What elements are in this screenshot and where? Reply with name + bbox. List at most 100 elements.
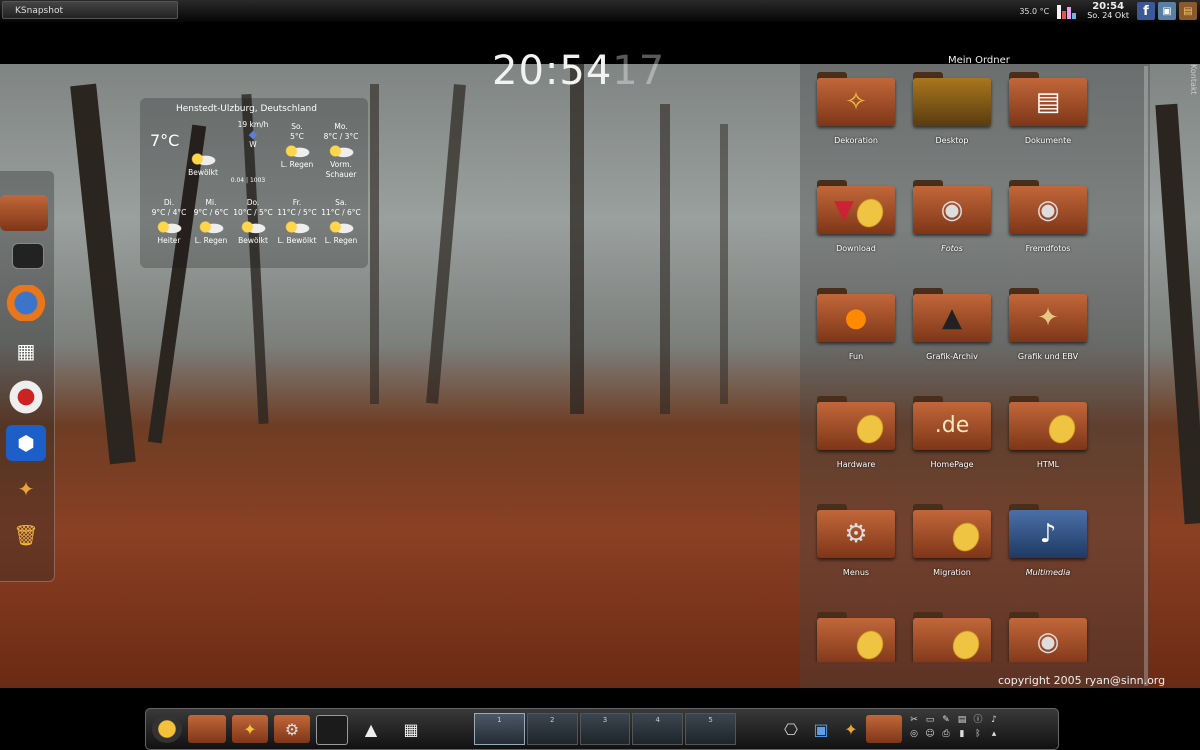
leaf-folder-icon (817, 612, 895, 662)
folder-item[interactable]: Migration (904, 504, 1000, 604)
leaf-folder-icon[interactable]: ✦ (232, 715, 268, 743)
folder-item[interactable]: ▲ Grafik-Archiv (904, 288, 1000, 388)
media-player-icon[interactable] (6, 379, 46, 415)
info-icon[interactable]: ⓘ (972, 714, 984, 726)
top-panel: KSnapshot 35.0 °C 20:54 So. 24 Okt f ▣ ▤ (0, 0, 1200, 23)
expand-arrow-icon[interactable]: ▴ (988, 728, 1000, 740)
sun-cloud-icon (155, 220, 183, 234)
camera-folder-icon: ◉ (1009, 612, 1087, 662)
leaf-folder-icon (913, 504, 991, 562)
camera-folder-icon: ◉ (1009, 180, 1087, 238)
weather-day: Mi. 9°C / 6°C L. Regen (193, 198, 229, 245)
weather-widget[interactable]: Henstedt-Ulzburg, Deutschland 7°C 19 km/… (140, 98, 368, 268)
folder-item[interactable]: ⚙ Menus (808, 504, 904, 604)
photo-icon[interactable]: ▤ (1179, 2, 1197, 20)
scissors-icon[interactable]: ✂ (908, 714, 920, 726)
inkscape-icon[interactable]: ▲ (356, 715, 386, 743)
folder-view-scrollbar[interactable] (1144, 66, 1148, 686)
folder-item[interactable]: ◉ Fotos (904, 180, 1000, 280)
pager-desktop[interactable]: 1 (474, 713, 525, 745)
clipboard-icon[interactable]: ▤ (956, 714, 968, 726)
battery-icon[interactable]: ▮ (956, 728, 968, 740)
folder-item[interactable]: ✧ Dekoration (808, 72, 904, 172)
weather-day: Di. 9°C / 4°C Heiter (151, 198, 187, 245)
kde-menu-icon[interactable] (152, 715, 182, 743)
system-monitor-bars[interactable] (1057, 3, 1077, 19)
folder-item[interactable]: ✦ Grafik und EBV (1000, 288, 1096, 388)
leaf-folder-icon (913, 612, 991, 662)
cloud-icon (189, 152, 217, 166)
desktop-big-clock: 20:5417 (492, 48, 666, 94)
bluetooth-icon[interactable]: ᛒ (972, 728, 984, 740)
disc-icon[interactable]: ◎ (908, 728, 920, 740)
network-icon[interactable]: ⬢ (6, 425, 46, 461)
camera-folder-icon: ◉ (913, 180, 991, 238)
terminal-icon[interactable]: ▭ (924, 714, 936, 726)
folder-item-partial[interactable] (808, 612, 904, 662)
leaf-folder-icon (1009, 396, 1087, 454)
panel-clock[interactable]: 20:54 So. 24 Okt (1087, 2, 1129, 21)
gimp-icon[interactable]: ✦ (6, 471, 46, 507)
cloud-icon (239, 220, 267, 234)
folder-item[interactable]: ♪ Multimedia (1000, 504, 1096, 604)
multimedia-folder-icon: ♪ (1009, 504, 1087, 562)
cpu-temperature: 35.0 °C (1019, 6, 1050, 16)
folder-item-partial[interactable] (904, 612, 1000, 662)
folder-item[interactable]: ▼ Download (808, 180, 904, 280)
taskbar-task-ksnapshot[interactable]: KSnapshot (2, 1, 178, 19)
calendar-icon[interactable]: ▦ (396, 715, 426, 743)
printer-icon[interactable]: ⎙ (940, 728, 952, 740)
pager-desktop[interactable]: 2 (526, 713, 578, 745)
desktop-pager: 1 2 3 4 5 (474, 713, 738, 745)
autumn-folder-icon[interactable] (0, 195, 48, 231)
weather-current-cond: Bewölkt (180, 150, 226, 178)
sun-cloud-icon (283, 220, 311, 234)
weather-day: So. 5°C L. Regen (280, 122, 314, 169)
autumn-folder-icon[interactable] (188, 715, 226, 743)
wallpaper-copyright: copyright 2005 ryan@sinn.org (998, 674, 1166, 687)
pager-desktop[interactable]: 3 (579, 713, 631, 745)
weather-day: Do. 10°C / 5°C Bewölkt (233, 198, 273, 245)
window-preview-icon[interactable] (12, 243, 44, 269)
sun-cloud-icon (327, 144, 355, 158)
weather-location: Henstedt-Ulzburg, Deutschland (176, 104, 317, 114)
weather-current-temp: 7°C (150, 131, 180, 150)
computer-icon[interactable]: ▣ (806, 715, 836, 743)
decoration-folder-icon: ✧ (817, 72, 895, 130)
pager-desktop[interactable]: 5 (685, 713, 736, 745)
folder-item[interactable]: ● Fun (808, 288, 904, 388)
chat-icon[interactable]: ☺ (924, 728, 936, 740)
rain-cloud-icon (327, 220, 355, 234)
bottom-panel: ✦ ⚙ ▲ ▦ 1 2 3 4 5 ⎔ ▣ ✦ ✂ ▭ ✎ ▤ ⓘ ♪ ◎ ☺ … (145, 708, 1059, 750)
rain-cloud-icon (197, 220, 225, 234)
computer-icon[interactable]: ▣ (1158, 2, 1176, 20)
folder-item[interactable]: ◉ Fremdfotos (1000, 180, 1096, 280)
folder-item[interactable]: Hardware (808, 396, 904, 496)
trash-icon[interactable]: 🗑 (6, 517, 46, 553)
folder-item[interactable]: ▤ Dokumente (1000, 72, 1096, 172)
folder-item-partial[interactable]: ◉ (1000, 612, 1096, 662)
folder-item[interactable]: Desktop (904, 72, 1000, 172)
volume-icon[interactable]: ♪ (988, 714, 1000, 726)
window-preview-icon[interactable] (316, 715, 348, 745)
folder-icon[interactable] (866, 715, 902, 743)
gimp-icon[interactable]: ✦ (836, 715, 866, 743)
leaf-folder-icon (817, 396, 895, 454)
facebook-icon[interactable]: f (1137, 2, 1155, 20)
firefox-icon[interactable] (6, 285, 46, 321)
bottom-system-tray: ✂ ▭ ✎ ▤ ⓘ ♪ ◎ ☺ ⎙ ▮ ᛒ ▴ (906, 713, 1016, 741)
network-manager-icon[interactable]: ⎔ (776, 715, 806, 743)
folder-item[interactable]: .de HomePage (904, 396, 1000, 496)
wind-arrow-icon: ◆ (248, 128, 258, 141)
weather-day: Fr. 11°C / 5°C L. Bewölkt (277, 198, 317, 245)
folder-view-side-label: Kontakt (1189, 64, 1198, 95)
pumpkin-folder-icon: ● (817, 288, 895, 346)
gear-folder-icon[interactable]: ⚙ (274, 715, 310, 743)
documents-folder-icon: ▤ (1009, 72, 1087, 130)
weather-wind: 19 km/h ◆ W (230, 120, 276, 150)
folder-item[interactable]: HTML (1000, 396, 1096, 496)
notes-icon[interactable]: ✎ (940, 714, 952, 726)
left-launcher-dock: ▦ ⬢ ✦ 🗑 (0, 170, 55, 582)
calendar-icon[interactable]: ▦ (6, 333, 46, 369)
pager-desktop[interactable]: 4 (632, 713, 684, 745)
